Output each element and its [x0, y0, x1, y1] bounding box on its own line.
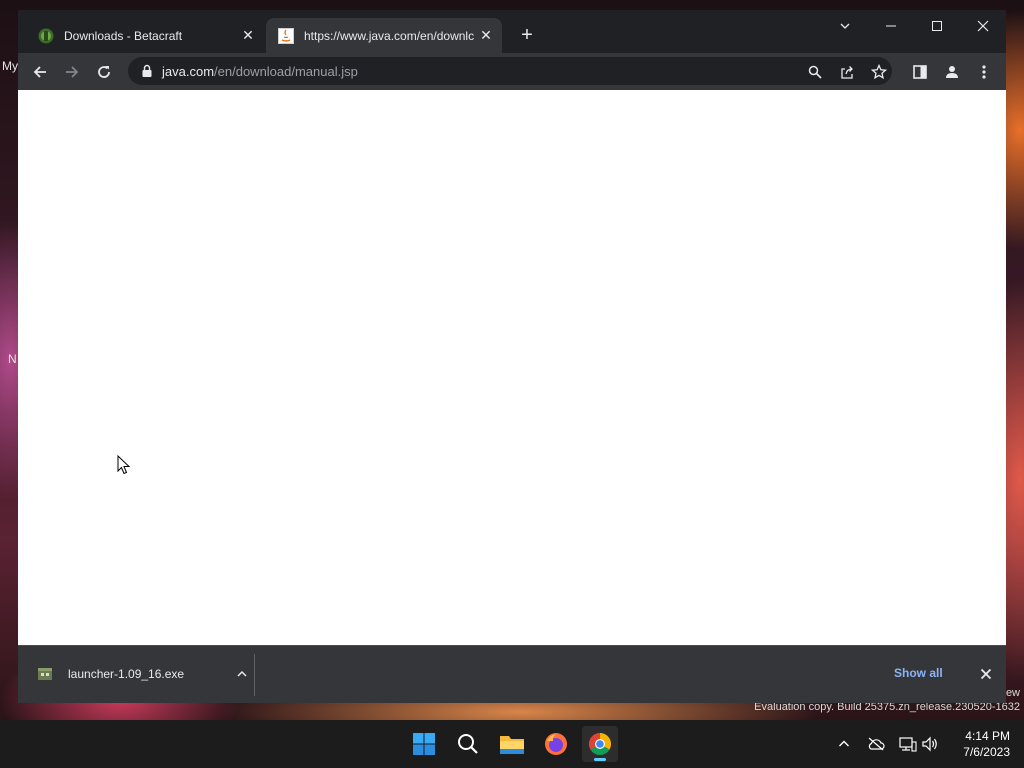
volume-button[interactable] — [920, 734, 940, 754]
desktop-icon-label[interactable]: N — [8, 352, 17, 366]
firefox-icon — [545, 733, 567, 755]
firefox-button[interactable] — [538, 726, 574, 762]
start-icon — [413, 733, 435, 755]
close-icon — [977, 20, 989, 32]
file-explorer-icon — [500, 736, 524, 754]
forward-button[interactable] — [58, 58, 86, 86]
chrome-icon — [589, 733, 611, 755]
close-tab-icon[interactable]: ✕ — [476, 26, 496, 46]
watermark-fragment: ew — [1005, 687, 1020, 699]
maximize-button[interactable] — [914, 10, 960, 42]
maximize-icon — [932, 21, 942, 31]
clock-date: 7/6/2023 — [963, 745, 1010, 759]
download-bar: launcher-1.09_16.exe Show all — [18, 645, 1006, 703]
share-icon — [841, 66, 853, 79]
download-options-button[interactable] — [230, 662, 254, 686]
reload-icon — [98, 66, 110, 78]
close-icon — [980, 668, 992, 680]
betacraft-favicon-icon — [38, 28, 54, 44]
address-bar[interactable]: java.com/en/download/manual.jsp — [128, 57, 892, 85]
menu-button[interactable] — [970, 58, 998, 86]
tab-title: https://www.java.com/en/downlc — [304, 28, 475, 43]
url-text[interactable]: java.com/en/download/manual.jsp — [162, 64, 358, 79]
close-tab-icon[interactable]: ✕ — [238, 26, 258, 46]
chevron-up-icon — [839, 740, 849, 747]
download-file-name: launcher-1.09_16.exe — [68, 667, 185, 681]
arrow-left-icon — [33, 66, 46, 78]
person-icon — [946, 66, 958, 78]
url-host: java.com — [162, 63, 215, 79]
network-icon — [899, 737, 917, 752]
back-button[interactable] — [26, 58, 54, 86]
reload-button[interactable] — [90, 58, 118, 86]
download-item[interactable]: launcher-1.09_16.exe — [28, 654, 254, 694]
executable-file-icon — [38, 668, 52, 680]
mouse-cursor-icon — [117, 455, 131, 475]
tab-title: Downloads - Betacraft — [64, 28, 183, 43]
show-all-downloads-link[interactable]: Show all — [894, 666, 943, 680]
side-panel-icon — [913, 65, 927, 79]
new-tab-button[interactable]: + — [516, 24, 538, 46]
divider — [254, 654, 255, 696]
zoom-search-button[interactable] — [804, 61, 826, 83]
desktop-icon-label[interactable]: My — [2, 59, 18, 73]
minimize-icon — [886, 25, 896, 27]
close-download-bar-button[interactable] — [976, 664, 996, 684]
java-favicon-icon — [278, 27, 294, 44]
page-content[interactable] — [18, 90, 1006, 645]
taskbar-search-button[interactable] — [450, 726, 486, 762]
bookmark-button[interactable] — [868, 61, 890, 83]
search-icon — [458, 734, 478, 754]
lock-icon[interactable] — [140, 64, 154, 78]
tab-java-download[interactable]: https://www.java.com/en/downlc ✕ — [266, 18, 502, 53]
cloud-offline-icon — [868, 737, 885, 751]
chrome-button[interactable] — [582, 726, 618, 762]
arrow-right-icon — [66, 66, 79, 78]
star-icon — [871, 64, 887, 80]
share-button[interactable] — [836, 61, 858, 83]
url-path: /en/download/manual.jsp — [214, 63, 358, 79]
chevron-up-icon — [237, 670, 247, 677]
file-explorer-button[interactable] — [494, 726, 530, 762]
taskbar: 4:14 PM 7/6/2023 — [0, 720, 1024, 768]
tab-betacraft-downloads[interactable]: Downloads - Betacraft ✕ — [26, 18, 264, 53]
show-hidden-icons-button[interactable] — [834, 734, 854, 754]
browser-window: Downloads - Betacraft ✕ https://www.java… — [18, 10, 1006, 703]
minimize-button[interactable] — [868, 10, 914, 42]
speaker-icon — [922, 736, 937, 752]
kebab-menu-icon — [982, 65, 986, 79]
tab-search-button[interactable] — [822, 10, 868, 42]
active-app-indicator — [594, 758, 606, 761]
tab-strip: Downloads - Betacraft ✕ https://www.java… — [18, 10, 1006, 53]
clock-time: 4:14 PM — [965, 729, 1010, 743]
start-button[interactable] — [406, 726, 442, 762]
chevron-down-icon — [840, 23, 850, 29]
onedrive-button[interactable] — [866, 734, 886, 754]
clock[interactable]: 4:14 PM 7/6/2023 — [950, 728, 1010, 760]
profile-button[interactable] — [938, 58, 966, 86]
magnifier-icon — [808, 65, 822, 79]
side-panel-button[interactable] — [906, 58, 934, 86]
network-button[interactable] — [898, 734, 918, 754]
close-window-button[interactable] — [960, 10, 1006, 42]
browser-toolbar: java.com/en/download/manual.jsp — [18, 53, 1006, 90]
